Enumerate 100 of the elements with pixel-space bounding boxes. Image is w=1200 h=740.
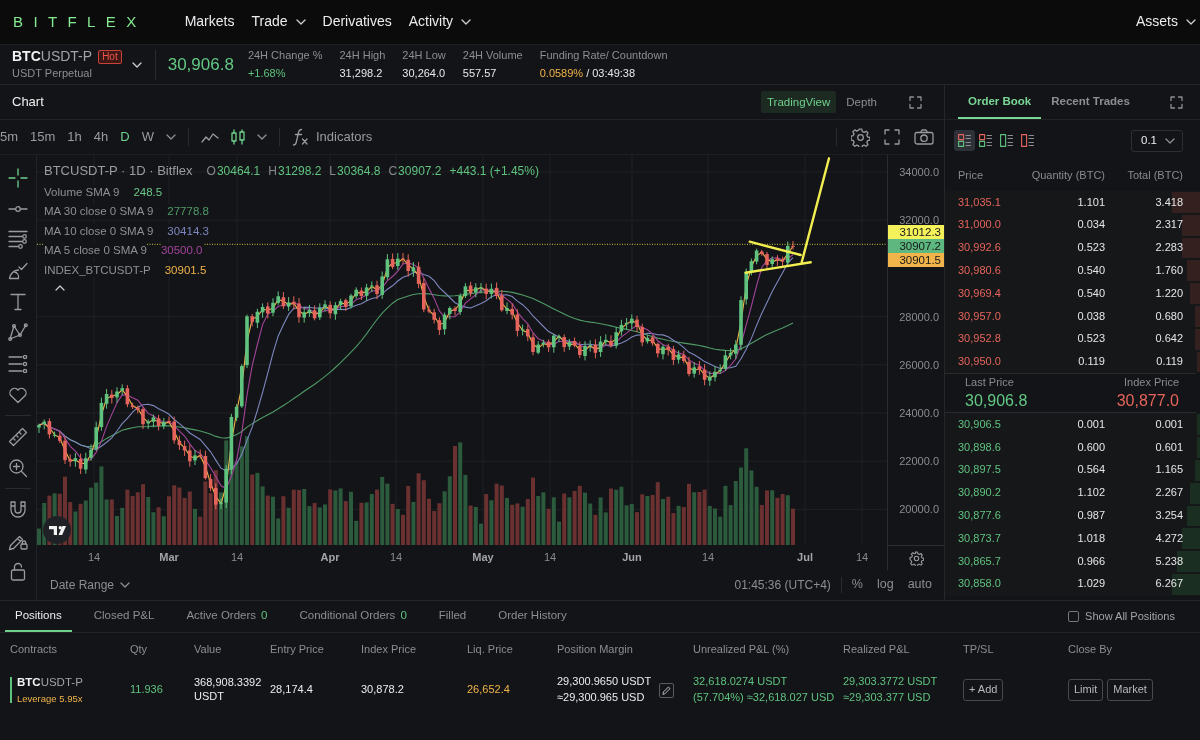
order-quantity: 1.102 <box>1076 486 1105 501</box>
order-total: 0.601 <box>1154 440 1183 455</box>
interval-tab[interactable]: 4h <box>93 128 109 146</box>
levels-icon[interactable] <box>8 354 28 373</box>
ruler-icon[interactable] <box>8 426 28 447</box>
brush-icon[interactable] <box>8 261 28 280</box>
chevron-down-icon[interactable] <box>131 61 142 68</box>
last-price-label: Last Price <box>965 376 1015 390</box>
nav-menu-item[interactable]: Derivatives <box>322 13 392 31</box>
order-quantity: 0.564 <box>1076 463 1105 478</box>
margin-amount: 29,300.9650 USDT <box>557 675 652 689</box>
order-total: 1.220 <box>1154 286 1183 301</box>
order-quantity: 0.034 <box>1076 218 1105 233</box>
column-header: Unrealized P&L (%) <box>693 643 791 657</box>
add-tp-sl-button[interactable]: + Add <box>963 679 1004 701</box>
show-all-checkbox[interactable] <box>1068 611 1080 622</box>
chart-view-tab[interactable]: Depth <box>840 90 883 114</box>
close-position-button[interactable]: Limit <box>1068 679 1104 701</box>
date-range-dropdown[interactable]: Date Range <box>50 577 131 593</box>
chart-logo-icon[interactable] <box>43 516 71 544</box>
nav-menu-item[interactable]: Trade <box>251 13 306 31</box>
camera-icon[interactable] <box>914 129 934 145</box>
realized-pnl-amount: 29,303.3772 USDT <box>843 675 939 689</box>
scale-option[interactable]: % <box>851 577 863 593</box>
heart-icon[interactable] <box>8 385 28 404</box>
layout-button[interactable] <box>954 130 975 151</box>
order-quantity: 1.101 <box>1076 195 1105 210</box>
order-price: 30,952.8 <box>958 332 1002 347</box>
ask-list-icon <box>1021 134 1034 147</box>
zoom-in-icon[interactable] <box>8 457 28 478</box>
zigzag-pattern-icon[interactable] <box>8 323 28 342</box>
edit-margin-button[interactable] <box>659 682 675 698</box>
clock-time: 01:45:36 (UTC+4) <box>734 577 831 593</box>
order-price: 30,873.7 <box>958 531 1002 546</box>
stat-value: 557.57 <box>462 66 498 81</box>
trend-line[interactable] <box>800 157 831 264</box>
last-price-value: 30,906.8 <box>965 390 1028 411</box>
contract-symbol[interactable]: BTCUSDT-P <box>17 675 83 690</box>
chevron-up-icon[interactable] <box>55 284 65 291</box>
interval-tab[interactable]: 5m <box>0 128 19 146</box>
positions-tab[interactable]: Filled <box>428 601 477 632</box>
index-price-label: Index Price <box>1123 376 1179 390</box>
interval-tab[interactable]: W <box>141 128 154 146</box>
order-price: 30,950.0 <box>958 355 1002 369</box>
scale-option[interactable]: log <box>876 577 894 593</box>
order-total: 1.760 <box>1154 263 1183 278</box>
positions-tab[interactable]: Active Orders 0 <box>176 601 278 632</box>
magnet-icon[interactable] <box>9 500 27 519</box>
trend-line[interactable] <box>748 240 802 257</box>
show-all-label[interactable]: Show All Positions <box>1085 609 1175 624</box>
lock-icon[interactable] <box>10 562 26 581</box>
positions-tab[interactable]: Conditional Orders 0 <box>289 601 417 632</box>
price-tag: 31012.3 <box>888 225 944 239</box>
close-position-button[interactable]: Market <box>1107 679 1153 701</box>
interval-tab[interactable]: D <box>120 128 130 146</box>
positions-tab[interactable]: Positions <box>5 601 72 632</box>
order-total: 3.418 <box>1154 195 1183 210</box>
time-axis-label: Mar <box>159 551 179 565</box>
text-tool-icon[interactable] <box>10 292 26 311</box>
symbol-name[interactable]: BTCUSDT-P <box>12 47 93 66</box>
expand-icon[interactable] <box>1170 95 1183 109</box>
order-total: 5.238 <box>1154 554 1183 569</box>
settings-icon[interactable] <box>851 127 870 147</box>
order-book-tab[interactable]: Recent Trades <box>1041 85 1140 119</box>
assets-menu[interactable]: Assets <box>1136 13 1196 31</box>
entry-price-cell-text: 28,174.4 <box>270 683 314 697</box>
order-price: 31,035.1 <box>958 195 1002 210</box>
fullscreen-icon[interactable] <box>884 129 900 145</box>
chevron-down-icon[interactable] <box>165 134 176 140</box>
line-chart-icon[interactable] <box>200 131 219 143</box>
logo[interactable]: BITFLEX <box>13 12 147 32</box>
indicators-button[interactable]: Indicators <box>291 128 373 146</box>
chevron-down-icon[interactable] <box>256 134 267 140</box>
crosshair-icon[interactable] <box>8 167 28 188</box>
interval-tab[interactable]: 1h <box>67 128 82 146</box>
positions-tab[interactable]: Order History <box>488 601 577 632</box>
candlestick-icon[interactable] <box>230 129 245 145</box>
column-header: Liq. Price <box>467 643 514 657</box>
order-total: 0.680 <box>1154 309 1183 324</box>
positions-tab[interactable]: Closed P&L <box>83 601 165 632</box>
chart-view-tab[interactable]: TradingView <box>761 90 837 114</box>
order-book-tab[interactable]: Order Book <box>958 85 1042 119</box>
expand-icon[interactable] <box>909 95 922 109</box>
stat-value: +1.68% <box>247 66 287 81</box>
settings-icon[interactable] <box>908 550 924 566</box>
value-cell-text: 368,908.3392 USDT <box>194 676 263 704</box>
price-axis-label: 24000.0 <box>899 407 939 419</box>
order-price: 30,992.6 <box>958 241 1002 255</box>
parallel-lines-icon[interactable] <box>8 230 28 249</box>
liquidation-price-cell-text: 26,652.4 <box>467 683 511 697</box>
scale-option[interactable]: auto <box>907 577 932 593</box>
nav-menu-item[interactable]: Markets <box>184 13 235 31</box>
nav-menu-item[interactable]: Activity <box>408 13 472 31</box>
index-price-cell-text: 30,878.2 <box>361 683 405 697</box>
time-axis-label: 14 <box>230 551 244 565</box>
horizontal-line-icon[interactable] <box>8 205 28 212</box>
trend-line[interactable] <box>744 261 812 274</box>
interval-tab[interactable]: 15m <box>30 128 56 146</box>
precision-dropdown[interactable]: 0.1 <box>1131 129 1183 152</box>
chevron-down-icon <box>120 582 131 588</box>
